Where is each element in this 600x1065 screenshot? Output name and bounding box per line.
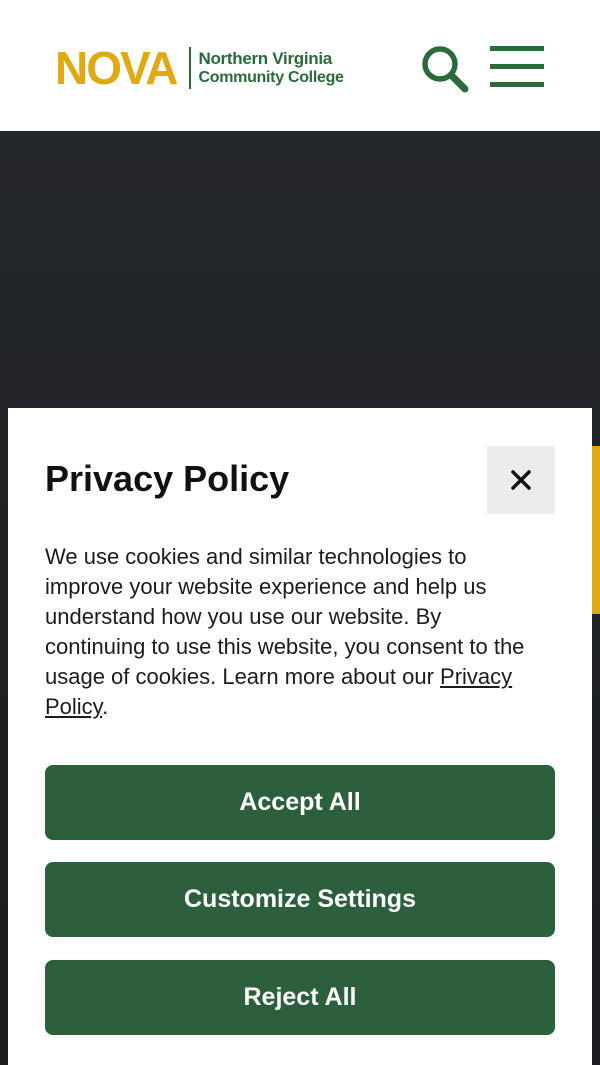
logo-college-name: Northern Virginia Community College xyxy=(199,49,344,87)
dialog-body: We use cookies and similar technologies … xyxy=(45,542,545,722)
search-button[interactable] xyxy=(420,44,472,94)
close-button[interactable] xyxy=(487,446,555,514)
customize-settings-button[interactable]: Customize Settings xyxy=(45,862,555,937)
nova-logo[interactable]: NOVA Northern Virginia Community College xyxy=(55,44,344,92)
logo-line-2: Community College xyxy=(198,69,344,86)
search-icon xyxy=(422,46,469,93)
logo-wordmark: NOVA xyxy=(55,42,178,94)
logo-line-1: Northern Virginia xyxy=(198,49,333,68)
accept-all-button[interactable]: Accept All xyxy=(45,765,555,840)
cookie-consent-dialog: Privacy Policy We use cookies and simila… xyxy=(8,408,592,1065)
hamburger-menu-icon xyxy=(490,46,544,87)
logo-divider xyxy=(188,47,191,89)
site-header: NOVA Northern Virginia Community College xyxy=(0,0,600,131)
hero-accent-bar xyxy=(592,446,600,614)
dialog-title: Privacy Policy xyxy=(45,458,290,499)
dialog-body-end: . xyxy=(102,694,109,719)
reject-all-button[interactable]: Reject All xyxy=(45,960,555,1035)
close-icon xyxy=(511,470,531,490)
menu-button[interactable] xyxy=(488,44,546,90)
